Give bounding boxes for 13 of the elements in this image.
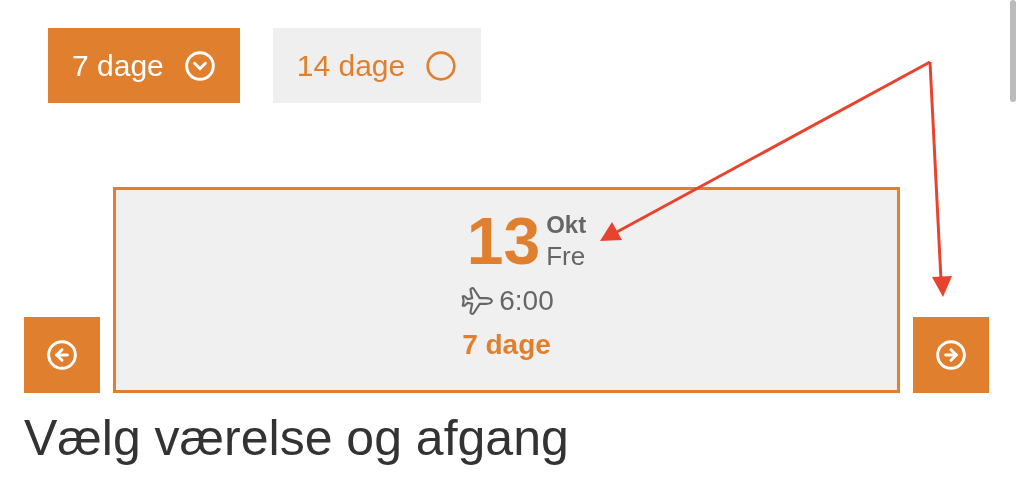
next-button[interactable] <box>913 317 989 393</box>
arrow-right-icon <box>935 339 967 371</box>
circle-icon <box>425 49 458 82</box>
duration-option[interactable]: 14 dage <box>272 28 482 103</box>
departure-time: 6:00 <box>499 284 554 318</box>
month-label: Okt <box>546 209 587 240</box>
duration-option[interactable]: 7 dage <box>48 28 240 103</box>
duration-label: 7 dage <box>462 328 551 362</box>
day-number: 13 <box>466 208 541 274</box>
weekday-label: Fre <box>546 239 587 273</box>
section-heading: Vælg værelse og afgang <box>23 409 570 468</box>
previous-button[interactable] <box>24 317 100 393</box>
arrow-left-icon <box>46 339 78 371</box>
